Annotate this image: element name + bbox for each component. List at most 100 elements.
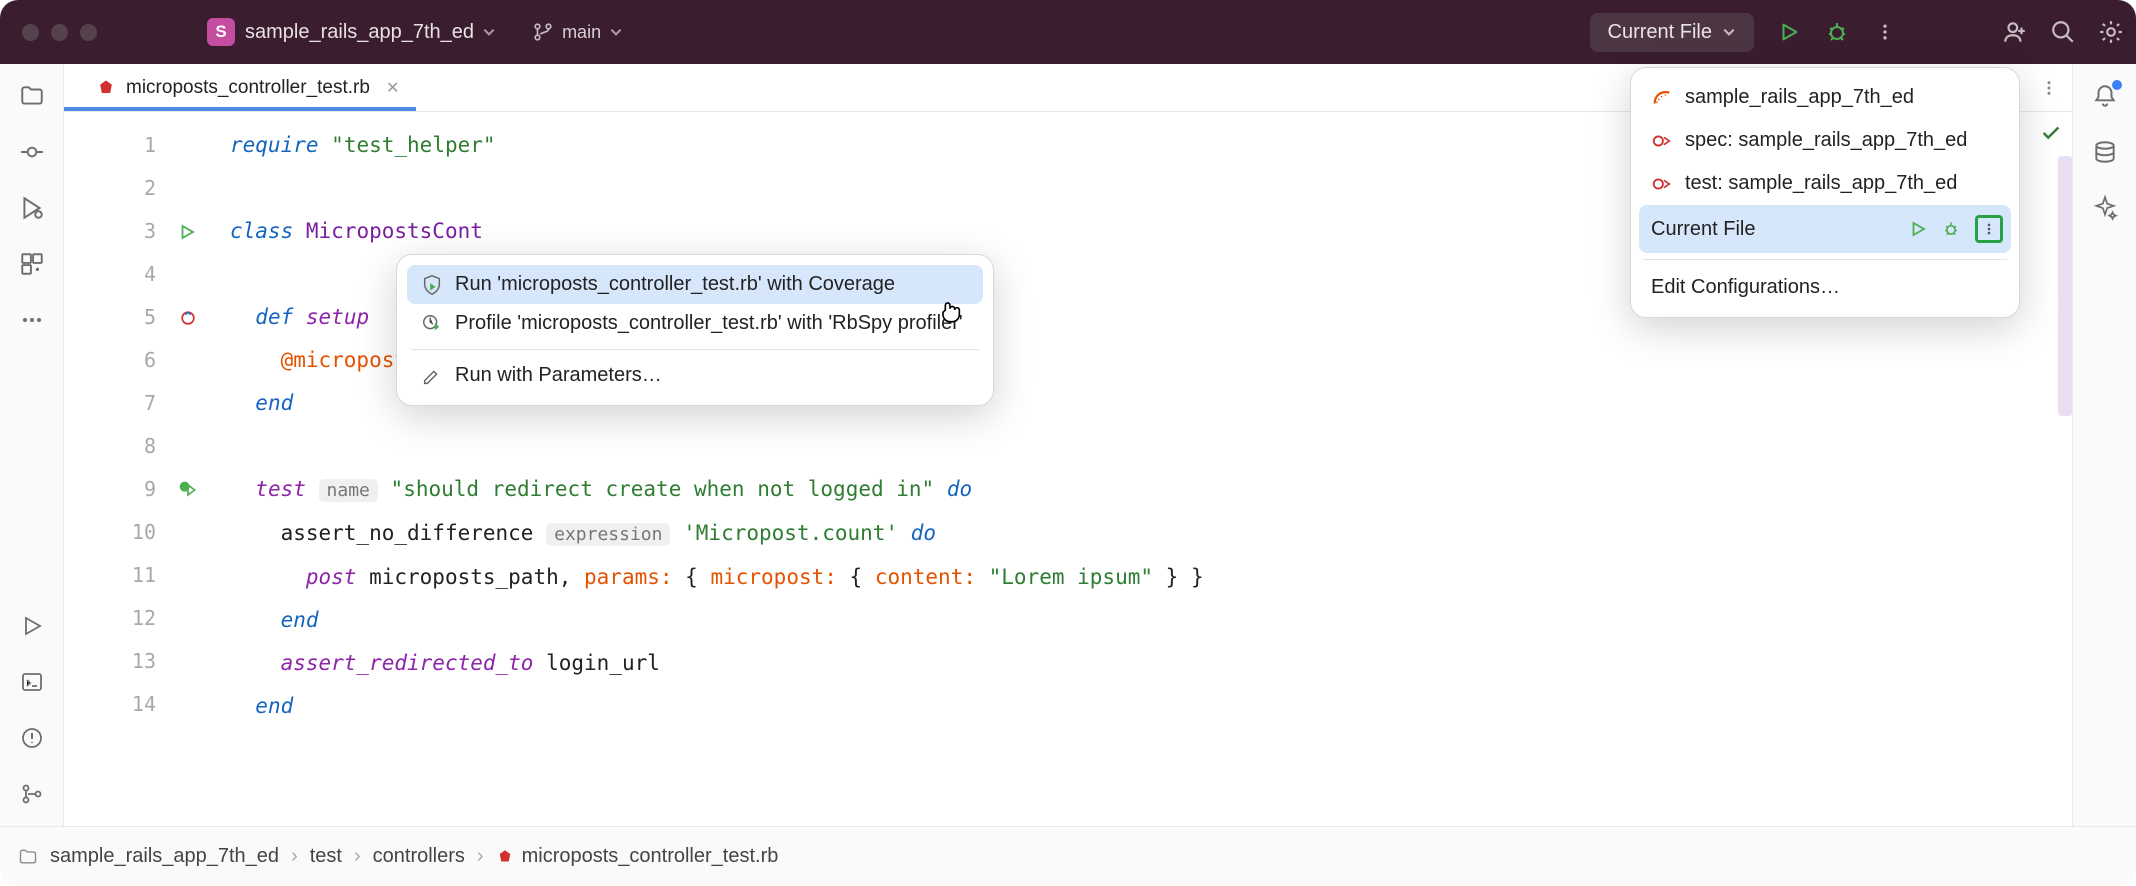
menu-separator <box>1643 259 2007 260</box>
run-config-label: spec: sample_rails_app_7th_ed <box>1685 129 1967 152</box>
run-icon[interactable] <box>1909 220 1927 238</box>
line-number: 3 <box>64 210 156 253</box>
vcs-branch[interactable]: main <box>532 21 623 43</box>
scrollbar[interactable] <box>2058 156 2072 416</box>
problems-tool-icon[interactable] <box>18 724 46 752</box>
project-badge: S <box>207 18 235 46</box>
more-actions-icon[interactable] <box>1872 19 1898 45</box>
line-number: 13 <box>64 640 156 683</box>
ai-assistant-icon[interactable] <box>2091 194 2119 222</box>
menu-item-run-params[interactable]: Run with Parameters… <box>407 356 983 395</box>
breadcrumb: sample_rails_app_7th_ed › test › control… <box>0 826 2136 886</box>
tab-more-icon[interactable] <box>2040 79 2058 97</box>
code-content[interactable]: require "test_helper" class MicropostsCo… <box>172 112 1204 826</box>
structure-tool-icon[interactable] <box>18 194 46 222</box>
run-config-item[interactable]: sample_rails_app_7th_ed <box>1631 76 2019 119</box>
branch-icon <box>532 21 554 43</box>
cursor-icon <box>936 296 964 324</box>
menu-item-label: Profile 'microposts_controller_test.rb' … <box>455 312 963 335</box>
menu-item-run-coverage[interactable]: Run 'microposts_controller_test.rb' with… <box>407 265 983 304</box>
close-tab-icon[interactable]: ✕ <box>386 78 399 98</box>
line-number: 5 <box>64 296 156 339</box>
rspec-icon <box>1651 130 1673 152</box>
line-number: 2 <box>64 167 156 210</box>
ruby-file-icon <box>496 848 514 866</box>
line-number: 6 <box>64 339 156 382</box>
settings-icon[interactable] <box>2098 19 2124 45</box>
line-number: 8 <box>64 425 156 468</box>
search-icon[interactable] <box>2050 19 2076 45</box>
line-gutter: 1 2 3 4 5 6 7 8 9 10 11 12 13 14 <box>64 112 172 826</box>
editor-tab[interactable]: microposts_controller_test.rb ✕ <box>82 64 413 111</box>
close-window-icon[interactable] <box>22 24 39 41</box>
chevron-down-icon <box>1722 25 1736 39</box>
edit-configurations[interactable]: Edit Configurations… <box>1631 266 2019 309</box>
breadcrumb-item[interactable]: microposts_controller_test.rb <box>496 845 779 868</box>
run-config-popup: sample_rails_app_7th_ed spec: sample_rai… <box>1630 67 2020 318</box>
inspection-ok-icon[interactable] <box>2040 122 2062 144</box>
minimize-window-icon[interactable] <box>51 24 68 41</box>
run-test-gutter-icon[interactable] <box>172 468 220 511</box>
commit-tool-icon[interactable] <box>18 138 46 166</box>
project-tool-icon[interactable] <box>18 82 46 110</box>
line-number: 1 <box>64 124 156 167</box>
run-config-label: Current File <box>1651 218 1755 241</box>
line-number: 11 <box>64 554 156 597</box>
chevron-down-icon[interactable] <box>482 25 496 39</box>
maximize-window-icon[interactable] <box>80 24 97 41</box>
test-icon <box>1651 173 1673 195</box>
menu-separator <box>411 349 979 350</box>
more-tools-icon[interactable] <box>18 306 46 334</box>
menu-item-label: Run 'microposts_controller_test.rb' with… <box>455 273 895 296</box>
run-button[interactable] <box>1776 19 1802 45</box>
chevron-down-icon <box>609 25 623 39</box>
debug-button[interactable] <box>1824 19 1850 45</box>
run-config-current-file[interactable]: Current File <box>1639 205 2011 253</box>
menu-item-label: Edit Configurations… <box>1651 276 1840 299</box>
window-controls <box>22 24 97 41</box>
navigate-gutter-icon[interactable] <box>172 296 220 339</box>
vcs-tool-icon[interactable] <box>18 780 46 808</box>
run-context-menu: Run 'microposts_controller_test.rb' with… <box>396 254 994 406</box>
project-name[interactable]: sample_rails_app_7th_ed <box>245 21 474 44</box>
breadcrumb-item[interactable]: test <box>310 845 342 868</box>
active-tab-indicator <box>64 107 416 111</box>
breadcrumb-item[interactable]: controllers <box>373 845 465 868</box>
chevron-right-icon: › <box>291 845 298 868</box>
line-number: 14 <box>64 683 156 726</box>
run-config-item[interactable]: spec: sample_rails_app_7th_ed <box>1631 119 2019 162</box>
gutter-icons <box>172 124 220 511</box>
line-number: 9 <box>64 468 156 511</box>
notification-dot-icon <box>2112 80 2122 90</box>
line-number: 4 <box>64 253 156 296</box>
chevron-right-icon: › <box>354 845 361 868</box>
rails-icon <box>1651 87 1673 109</box>
database-tool-icon[interactable] <box>2091 138 2119 166</box>
tab-filename: microposts_controller_test.rb <box>126 77 370 99</box>
run-class-gutter-icon[interactable] <box>172 210 220 253</box>
run-config-item[interactable]: test: sample_rails_app_7th_ed <box>1631 162 2019 205</box>
run-config-label: test: sample_rails_app_7th_ed <box>1685 172 1957 195</box>
menu-item-profile[interactable]: Profile 'microposts_controller_test.rb' … <box>407 304 983 343</box>
bookmarks-tool-icon[interactable] <box>18 250 46 278</box>
coverage-icon <box>421 274 443 296</box>
code-with-me-icon[interactable] <box>2002 19 2028 45</box>
ruby-file-icon <box>96 78 116 98</box>
more-options-icon[interactable] <box>1975 215 2003 243</box>
right-tool-rail <box>2072 64 2136 826</box>
titlebar: S sample_rails_app_7th_ed main Current F… <box>0 0 2136 64</box>
run-config-label: Current File <box>1608 21 1712 44</box>
run-config-label: sample_rails_app_7th_ed <box>1685 86 1914 109</box>
left-tool-rail <box>0 64 64 826</box>
run-config-dropdown[interactable]: Current File <box>1590 13 1754 52</box>
line-number: 12 <box>64 597 156 640</box>
debug-icon[interactable] <box>1941 219 1961 239</box>
branch-name: main <box>562 22 601 43</box>
terminal-tool-icon[interactable] <box>18 668 46 696</box>
run-tool-icon[interactable] <box>18 612 46 640</box>
profiler-icon <box>421 313 443 335</box>
breadcrumb-item[interactable]: sample_rails_app_7th_ed <box>50 845 279 868</box>
menu-item-label: Run with Parameters… <box>455 364 662 387</box>
line-number: 7 <box>64 382 156 425</box>
pencil-icon <box>421 365 443 387</box>
